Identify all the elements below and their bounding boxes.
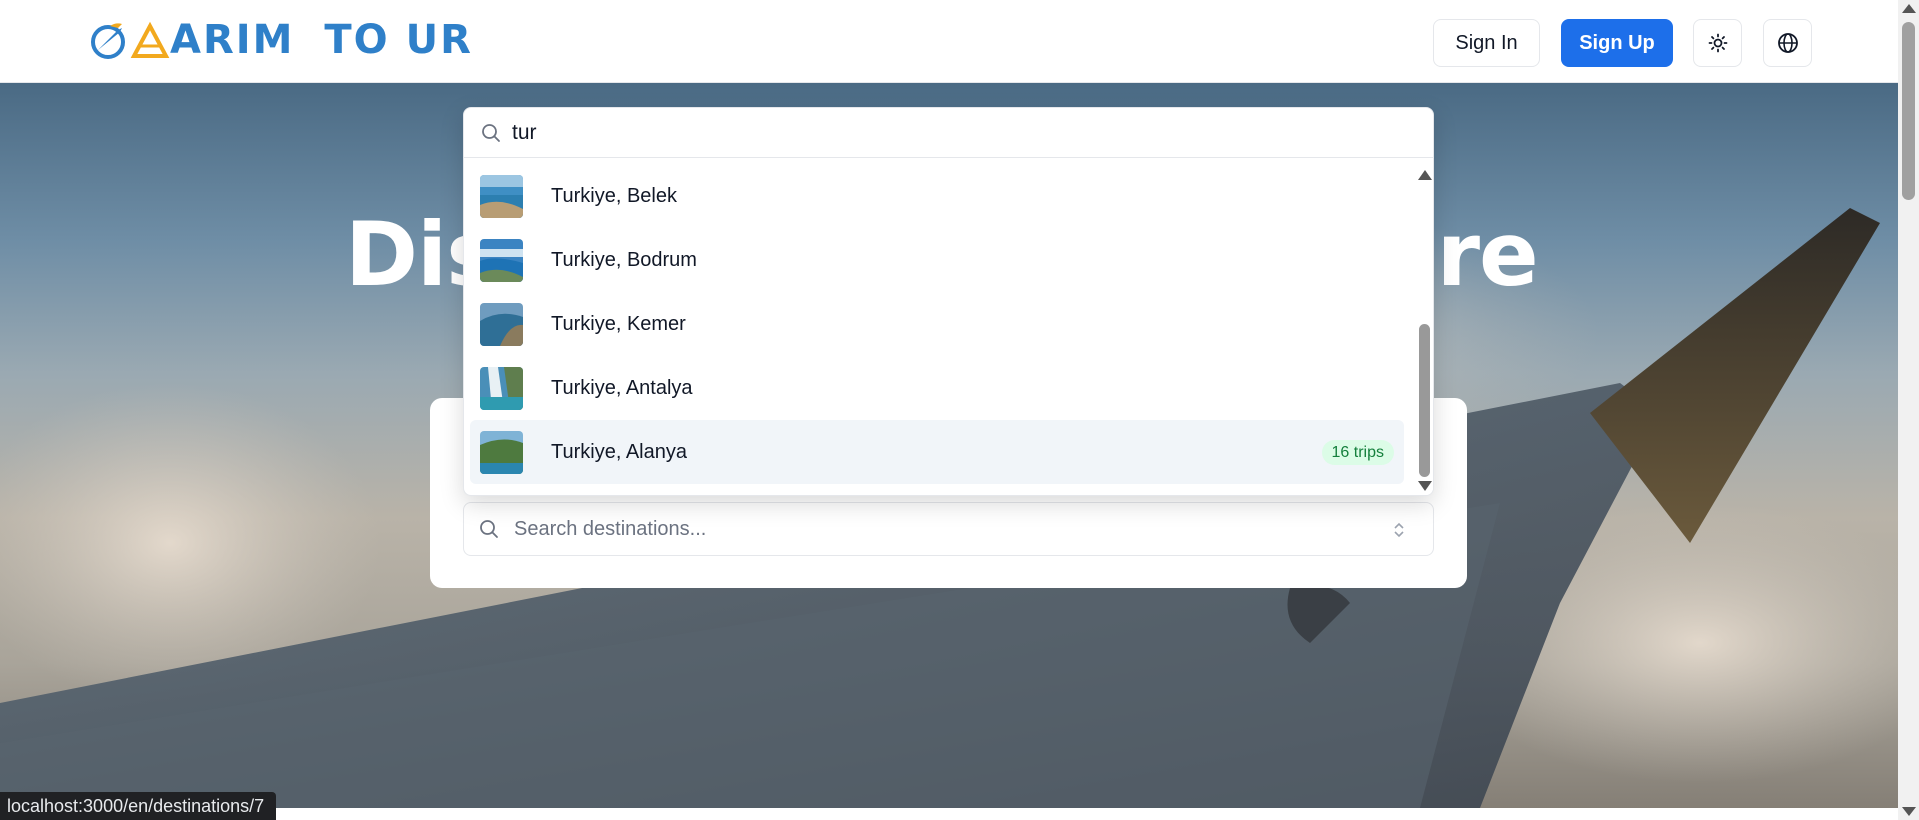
sign-in-button[interactable]: Sign In — [1433, 19, 1540, 67]
dropdown-search-row[interactable]: tur — [464, 108, 1433, 158]
logo-text-arim: ARIM — [170, 17, 295, 63]
site-header: ARIM TO UR Sign In Sign Up — [0, 0, 1898, 83]
destination-name: Turkiye, Alanya — [551, 440, 687, 463]
destination-thumbnail — [480, 174, 523, 218]
theme-toggle-button[interactable] — [1693, 19, 1742, 67]
dropdown-scrollbar[interactable] — [1414, 158, 1433, 495]
list-item[interactable]: Turkiye, Belek — [470, 164, 1404, 228]
destination-thumbnail — [480, 302, 523, 346]
plane-logo-icon — [91, 23, 125, 59]
globe-icon — [1777, 33, 1798, 53]
dropdown-scrollbar-thumb[interactable] — [1419, 324, 1430, 477]
language-button[interactable] — [1763, 19, 1812, 67]
chevron-up-down-icon — [1394, 522, 1404, 538]
search-icon — [482, 123, 500, 142]
destination-name: Turkiye, Belek — [551, 184, 677, 207]
page-scrollbar-thumb[interactable] — [1902, 22, 1915, 200]
destination-thumbnail — [480, 366, 523, 410]
destination-results-list: Turkiye, Belek Turkiye, Bodrum Turkiye, … — [464, 158, 1416, 495]
page-scroll-down-icon[interactable] — [1902, 807, 1916, 816]
page-scroll-up-icon[interactable] — [1902, 4, 1916, 13]
destination-thumbnail — [480, 430, 523, 474]
search-icon — [480, 520, 498, 538]
page-scrollbar[interactable] — [1898, 0, 1919, 820]
destination-thumbnail — [480, 238, 523, 282]
scroll-up-arrow-icon[interactable] — [1418, 170, 1432, 180]
destination-search-placeholder: Search destinations... — [514, 517, 707, 540]
list-item[interactable]: Turkiye, Antalya — [470, 356, 1404, 420]
logo-text-ur: UR — [405, 17, 473, 63]
sun-icon — [1708, 33, 1727, 53]
list-item[interactable]: Turkiye, Alanya 16 trips — [470, 420, 1404, 484]
destination-name: Turkiye, Antalya — [551, 376, 693, 399]
list-item[interactable]: Turkiye, Kemer — [470, 292, 1404, 356]
destination-name: Turkiye, Kemer — [551, 312, 686, 335]
logo[interactable]: ARIM TO UR — [88, 18, 473, 62]
trip-count-badge: 16 trips — [1321, 440, 1394, 465]
destination-search-field[interactable]: Search destinations... — [463, 502, 1434, 556]
page-bottom-strip — [0, 808, 1898, 820]
destination-name: Turkiye, Bodrum — [551, 248, 697, 271]
dropdown-search-input[interactable]: tur — [512, 121, 537, 145]
sign-up-button[interactable]: Sign Up — [1561, 19, 1673, 67]
logo-text-to: TO — [324, 17, 390, 63]
list-item[interactable]: Turkiye, Bodrum — [470, 228, 1404, 292]
scroll-down-arrow-icon[interactable] — [1418, 481, 1432, 491]
link-status-bar: localhost:3000/en/destinations/7 — [0, 792, 277, 820]
destination-dropdown: tur Turkiye, Belek Turkiye, Bodrum Turki… — [463, 107, 1434, 496]
pyramid-logo-icon — [130, 21, 170, 58]
